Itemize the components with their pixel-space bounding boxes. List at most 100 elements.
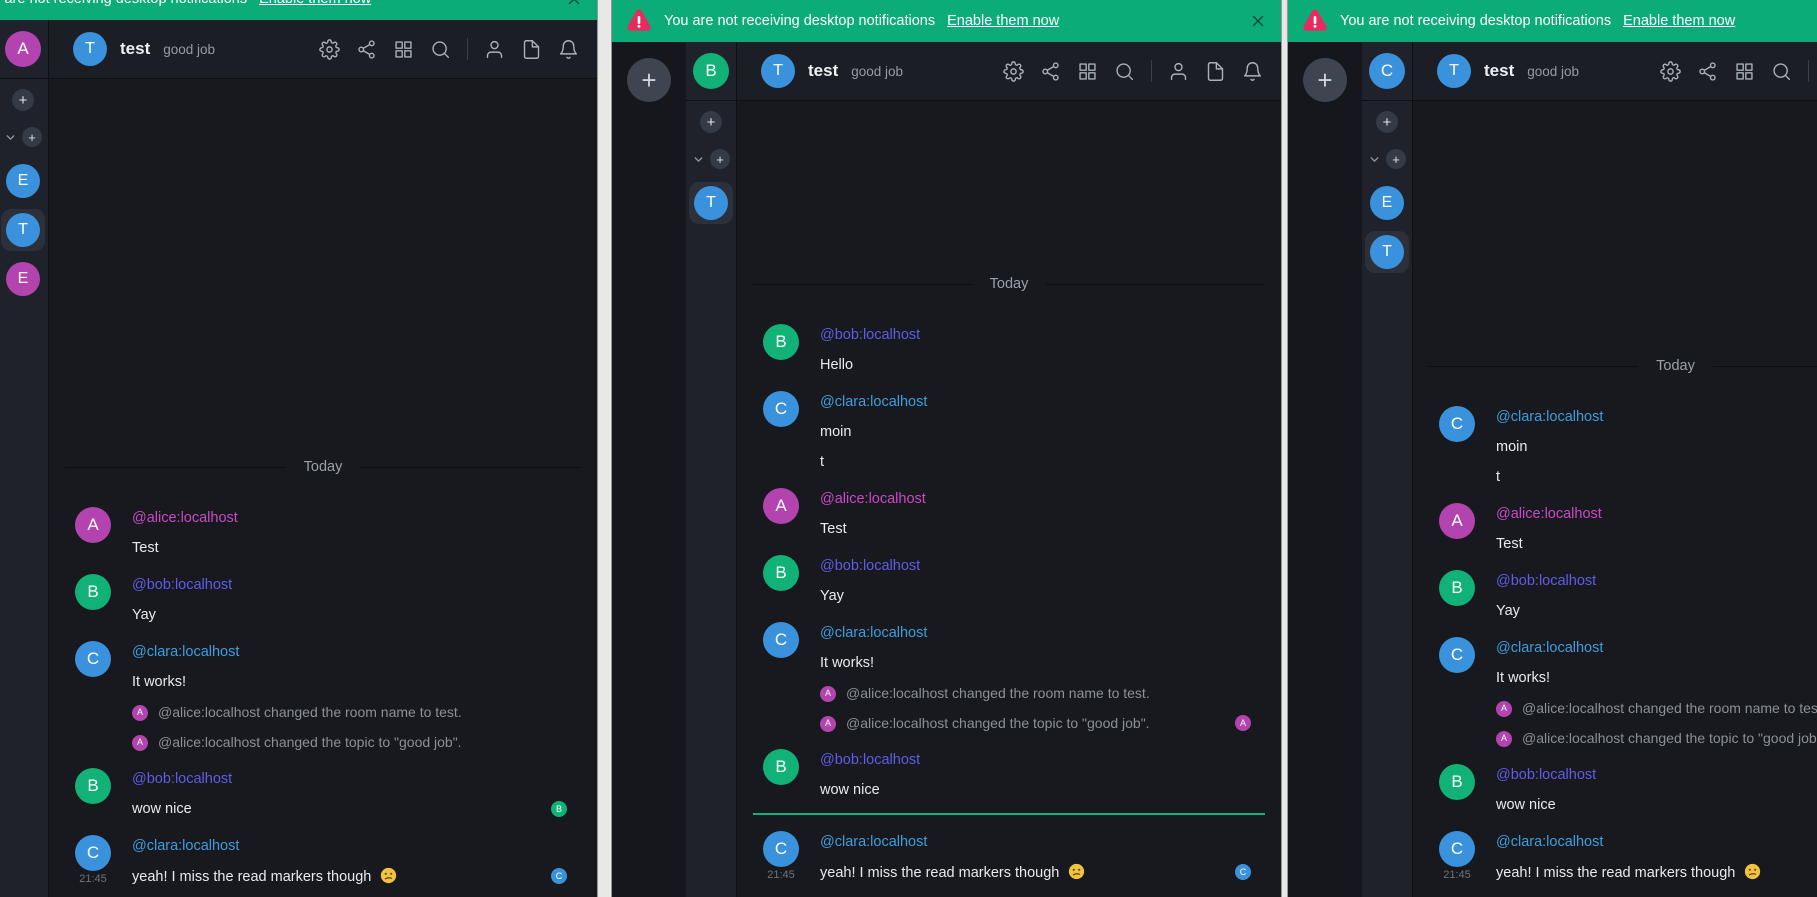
- sender-name[interactable]: @clara:localhost: [132, 835, 567, 856]
- space-row: +: [1368, 149, 1406, 169]
- space-add-button[interactable]: +: [22, 127, 42, 147]
- room-header-avatar[interactable]: T: [1437, 54, 1471, 88]
- sender-avatar[interactable]: B: [75, 768, 111, 804]
- notifications-icon[interactable]: [1242, 61, 1263, 82]
- settings-icon[interactable]: [1003, 61, 1024, 82]
- settings-icon[interactable]: [319, 39, 340, 60]
- sender-avatar[interactable]: B: [763, 749, 799, 785]
- sidebar-room-e[interactable]: E: [1365, 182, 1409, 224]
- search-icon[interactable]: [430, 39, 451, 60]
- file-icon[interactable]: [1205, 61, 1226, 82]
- add-room-button[interactable]: +: [1376, 111, 1398, 133]
- day-divider: Today: [65, 459, 581, 475]
- sidebar-room-t[interactable]: T: [1365, 231, 1409, 273]
- room-name: test: [808, 61, 838, 81]
- account-avatar[interactable]: A: [5, 31, 41, 67]
- sender-name[interactable]: @alice:localhost: [820, 488, 1251, 509]
- sender-name[interactable]: @clara:localhost: [820, 391, 1251, 412]
- people-icon[interactable]: [484, 39, 505, 60]
- sender-avatar[interactable]: C: [75, 641, 111, 677]
- sidebar-room-e[interactable]: E: [1, 258, 45, 300]
- settings-icon[interactable]: [1660, 61, 1681, 82]
- sender-avatar[interactable]: B: [75, 574, 111, 610]
- sidebar-room-t[interactable]: T: [1, 209, 45, 251]
- divider-line: [1046, 284, 1265, 285]
- banner-enable-link[interactable]: Enable them now: [1623, 13, 1735, 29]
- sender-avatar[interactable]: B: [1439, 570, 1475, 606]
- share-icon[interactable]: [1040, 61, 1061, 82]
- account-avatar[interactable]: C: [1369, 53, 1405, 89]
- account-avatar[interactable]: B: [693, 53, 729, 89]
- message-group: C @clara:localhost 21:45 yeah! I miss th…: [737, 831, 1281, 883]
- matrix-window-alice: You are not receiving desktop notificati…: [0, 0, 597, 897]
- room-header-avatar[interactable]: T: [73, 32, 107, 66]
- chat-column: T test good job Today B @bob:localhost H…: [737, 42, 1281, 897]
- people-icon[interactable]: [1168, 61, 1189, 82]
- sender-name[interactable]: @clara:localhost: [1496, 637, 1817, 658]
- sender-name[interactable]: @bob:localhost: [132, 574, 567, 595]
- sender-name[interactable]: @alice:localhost: [132, 507, 567, 528]
- sender-name[interactable]: @bob:localhost: [1496, 570, 1817, 591]
- sender-avatar[interactable]: A: [75, 507, 111, 543]
- grid-icon[interactable]: [393, 39, 414, 60]
- sender-name[interactable]: @bob:localhost: [820, 324, 1251, 345]
- add-session-button[interactable]: +: [627, 58, 671, 102]
- notifications-icon[interactable]: [558, 39, 579, 60]
- room-list: E T E: [1, 153, 45, 300]
- warning-icon: [1302, 8, 1328, 34]
- sender-avatar[interactable]: C: [763, 622, 799, 658]
- sidebar-room-e[interactable]: E: [1, 160, 45, 202]
- session-column: +: [612, 42, 686, 897]
- banner-enable-link[interactable]: Enable them now: [947, 13, 1059, 29]
- grid-icon[interactable]: [1734, 61, 1755, 82]
- banner-close-icon[interactable]: [1249, 12, 1267, 30]
- sender-avatar[interactable]: C: [1439, 406, 1475, 442]
- sender-avatar[interactable]: C: [763, 831, 799, 867]
- sender-avatar[interactable]: C: [1439, 637, 1475, 673]
- day-divider: Today: [1429, 358, 1817, 374]
- sender-name[interactable]: @alice:localhost: [1496, 503, 1817, 524]
- sender-name[interactable]: @clara:localhost: [132, 641, 567, 662]
- share-icon[interactable]: [356, 39, 377, 60]
- read-receipt: C: [551, 868, 567, 884]
- share-icon[interactable]: [1697, 61, 1718, 82]
- sender-avatar[interactable]: C: [1439, 831, 1475, 867]
- message-gutter: A: [1439, 503, 1475, 554]
- sender-name[interactable]: @clara:localhost: [1496, 831, 1817, 852]
- space-add-button[interactable]: +: [1386, 149, 1406, 169]
- room-header-avatar[interactable]: T: [761, 54, 795, 88]
- file-icon[interactable]: [521, 39, 542, 60]
- sidebar-room-t[interactable]: T: [689, 182, 733, 224]
- sender-avatar[interactable]: B: [763, 324, 799, 360]
- search-icon[interactable]: [1771, 61, 1792, 82]
- sender-avatar[interactable]: A: [763, 488, 799, 524]
- sender-name[interactable]: @clara:localhost: [820, 831, 1251, 852]
- sender-avatar[interactable]: B: [763, 555, 799, 591]
- add-room-button[interactable]: +: [12, 89, 34, 111]
- space-add-button[interactable]: +: [710, 149, 730, 169]
- add-room-button[interactable]: +: [700, 111, 722, 133]
- search-icon[interactable]: [1114, 61, 1135, 82]
- sender-avatar[interactable]: A: [1439, 503, 1475, 539]
- day-divider: Today: [753, 276, 1265, 292]
- sender-avatar[interactable]: B: [1439, 764, 1475, 800]
- sender-name[interactable]: @bob:localhost: [820, 749, 1251, 770]
- sender-name[interactable]: @bob:localhost: [820, 555, 1251, 576]
- banner-close-icon[interactable]: [565, 0, 583, 8]
- sender-name[interactable]: @bob:localhost: [1496, 764, 1817, 785]
- add-session-button[interactable]: +: [1303, 58, 1347, 102]
- sender-name[interactable]: @clara:localhost: [1496, 406, 1817, 427]
- sender-avatar[interactable]: C: [763, 391, 799, 427]
- sender-name[interactable]: @bob:localhost: [132, 768, 567, 789]
- chevron-down-icon[interactable]: [692, 153, 705, 166]
- room-header: T test good job: [1413, 42, 1817, 101]
- sender-name[interactable]: @clara:localhost: [820, 622, 1251, 643]
- message-group: C @clara:localhost It works!: [737, 622, 1281, 673]
- state-event: A @alice:localhost changed the room name…: [1496, 699, 1817, 718]
- banner-enable-link[interactable]: Enable them now: [259, 0, 371, 7]
- sender-avatar[interactable]: C: [75, 835, 111, 871]
- grid-icon[interactable]: [1077, 61, 1098, 82]
- state-event-text: @alice:localhost changed the topic to "g…: [158, 733, 462, 752]
- chevron-down-icon[interactable]: [1368, 153, 1381, 166]
- chevron-down-icon[interactable]: [4, 131, 17, 144]
